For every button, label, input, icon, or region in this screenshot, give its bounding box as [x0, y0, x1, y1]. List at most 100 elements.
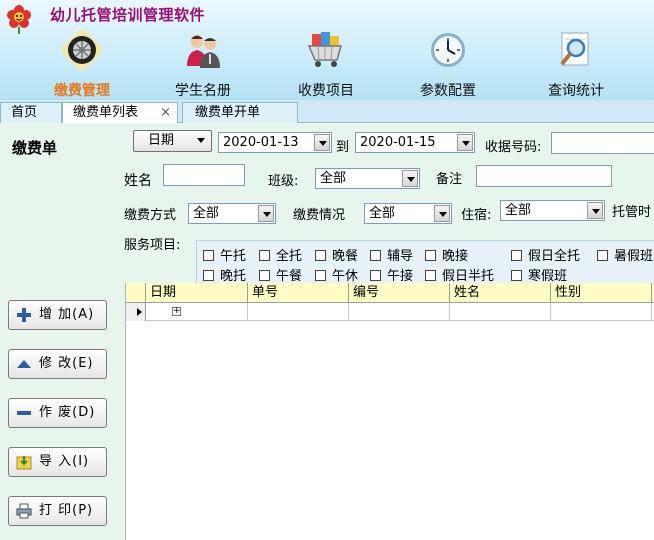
- services-checkbox-group: 午托 全托 晚餐 辅导 晚接 假日全托 暑假班 晚托 午餐 午休 午接 假日半托…: [196, 240, 654, 285]
- name-label: 姓名: [124, 173, 152, 189]
- table-cell[interactable]: +: [146, 303, 248, 321]
- service-checkbox[interactable]: 暑假班: [597, 245, 653, 264]
- tab-fee-create[interactable]: 缴费单开单: [182, 102, 298, 123]
- chevron-down-icon[interactable]: [434, 205, 450, 222]
- to-label: 到: [336, 140, 350, 155]
- nav-fee-management[interactable]: 缴费管理: [32, 30, 132, 100]
- column-header[interactable]: 日期: [146, 283, 248, 303]
- service-label: 晚餐: [332, 249, 359, 264]
- date-type-label: 日期: [148, 133, 175, 148]
- checkbox-icon: [203, 270, 214, 281]
- tab-fee-list[interactable]: 缴费单列表 ×: [62, 102, 178, 124]
- header-corner: [126, 283, 146, 303]
- tab-label: 首页: [11, 105, 38, 120]
- table-cell[interactable]: [248, 303, 349, 321]
- nav-parameters[interactable]: 参数配置: [398, 30, 498, 100]
- class-select[interactable]: 全部: [315, 168, 420, 189]
- service-label: 午餐: [276, 269, 303, 284]
- class-label: 班级:: [268, 174, 299, 189]
- receipt-input[interactable]: [551, 132, 654, 154]
- grid-header: 日期 单号 编号 姓名 性别: [126, 283, 654, 303]
- service-checkbox[interactable]: 全托: [259, 245, 302, 264]
- chevron-down-icon[interactable]: [258, 205, 274, 222]
- service-checkbox[interactable]: 晚餐: [315, 245, 358, 264]
- table-cell[interactable]: [450, 303, 551, 321]
- remark-label: 备注: [436, 172, 463, 187]
- service-checkbox[interactable]: 晚托: [203, 265, 246, 284]
- chevron-down-icon: [197, 138, 205, 143]
- expand-icon[interactable]: +: [172, 307, 181, 316]
- void-button[interactable]: 作 废(D): [8, 398, 107, 428]
- arrow-up-icon: [17, 360, 31, 368]
- date-to-picker[interactable]: 2020-01-15: [355, 132, 475, 153]
- print-button[interactable]: 打 印(P): [8, 496, 107, 526]
- nav-label: 缴费管理: [54, 83, 110, 99]
- checkbox-icon: [315, 270, 326, 281]
- service-label: 寒假班: [528, 269, 568, 284]
- service-checkbox[interactable]: 午餐: [259, 265, 302, 284]
- service-checkbox[interactable]: 假日全托: [511, 245, 580, 264]
- remark-input[interactable]: [476, 165, 612, 187]
- action-label: 打 印(P): [39, 503, 94, 518]
- checkbox-icon: [425, 270, 436, 281]
- boarding-select[interactable]: 全部: [500, 200, 605, 221]
- checkbox-icon: [370, 270, 381, 281]
- table-cell[interactable]: [551, 303, 652, 321]
- checkbox-icon: [259, 270, 270, 281]
- date-from-picker[interactable]: 2020-01-13: [218, 132, 332, 153]
- chevron-down-icon[interactable]: [402, 170, 418, 187]
- table-cell[interactable]: [349, 303, 450, 321]
- date-to-value: 2020-01-15: [360, 135, 436, 150]
- nav-student-roster[interactable]: 学生名册: [153, 30, 253, 100]
- custody-time-label: 托管时: [612, 205, 652, 220]
- service-checkbox[interactable]: 假日半托: [425, 265, 494, 284]
- tab-home[interactable]: 首页: [0, 102, 62, 123]
- service-checkbox[interactable]: 寒假班: [511, 265, 567, 284]
- plus-icon: [17, 308, 31, 322]
- column-header[interactable]: 编号: [349, 283, 450, 303]
- import-button[interactable]: 导 入(I): [8, 447, 107, 477]
- table-row[interactable]: +: [126, 303, 654, 321]
- service-label: 假日半托: [442, 269, 495, 284]
- tire-icon: [62, 30, 102, 70]
- nav-label: 学生名册: [175, 83, 231, 99]
- chevron-down-icon[interactable]: [314, 134, 330, 151]
- nav-label: 收费项目: [298, 83, 354, 99]
- checkbox-icon: [597, 250, 608, 261]
- date-type-button[interactable]: 日期: [133, 130, 212, 152]
- magnifier-icon: [560, 32, 589, 66]
- close-icon[interactable]: ×: [160, 103, 171, 123]
- service-checkbox[interactable]: 午休: [315, 265, 358, 284]
- service-checkbox[interactable]: 午托: [203, 245, 246, 264]
- checkbox-icon: [425, 250, 436, 261]
- service-label: 午托: [220, 249, 247, 264]
- chevron-down-icon[interactable]: [587, 202, 603, 219]
- service-checkbox[interactable]: 晚接: [425, 245, 468, 264]
- add-button[interactable]: 增 加(A): [8, 300, 107, 330]
- edit-button[interactable]: 修 改(E): [8, 349, 107, 379]
- tab-bar: 首页 缴费单列表 × 缴费单开单: [0, 100, 654, 124]
- students-icon: [187, 35, 220, 68]
- service-checkbox[interactable]: 辅导: [370, 245, 413, 264]
- fee-grid: 日期 单号 编号 姓名 性别 +: [126, 283, 654, 540]
- checkbox-icon: [370, 250, 381, 261]
- pay-status-select[interactable]: 全部: [364, 203, 452, 224]
- name-input[interactable]: [163, 164, 245, 186]
- boarding-label: 住宿:: [461, 208, 492, 223]
- nav-query-statistics[interactable]: 查询统计: [526, 30, 626, 100]
- column-header[interactable]: 姓名: [450, 283, 551, 303]
- pay-method-select[interactable]: 全部: [188, 203, 276, 224]
- action-label: 导 入(I): [39, 454, 90, 469]
- app-window: 幼儿托管培训管理软件 缴费管理 学生名册 收费项目 参数配置 查询统计 首页 缴…: [0, 0, 654, 540]
- service-checkbox[interactable]: 午接: [370, 265, 413, 284]
- tab-label: 缴费单开单: [195, 105, 261, 120]
- column-header[interactable]: 单号: [248, 283, 349, 303]
- checkbox-icon: [315, 250, 326, 261]
- nav-fee-items[interactable]: 收费项目: [276, 30, 376, 100]
- pay-status-label: 缴费情况: [293, 208, 346, 223]
- service-label: 假日全托: [528, 249, 581, 264]
- chevron-down-icon[interactable]: [457, 134, 473, 151]
- service-label: 暑假班: [614, 249, 654, 264]
- column-header[interactable]: 性别: [551, 283, 652, 303]
- clock-icon: [431, 33, 465, 67]
